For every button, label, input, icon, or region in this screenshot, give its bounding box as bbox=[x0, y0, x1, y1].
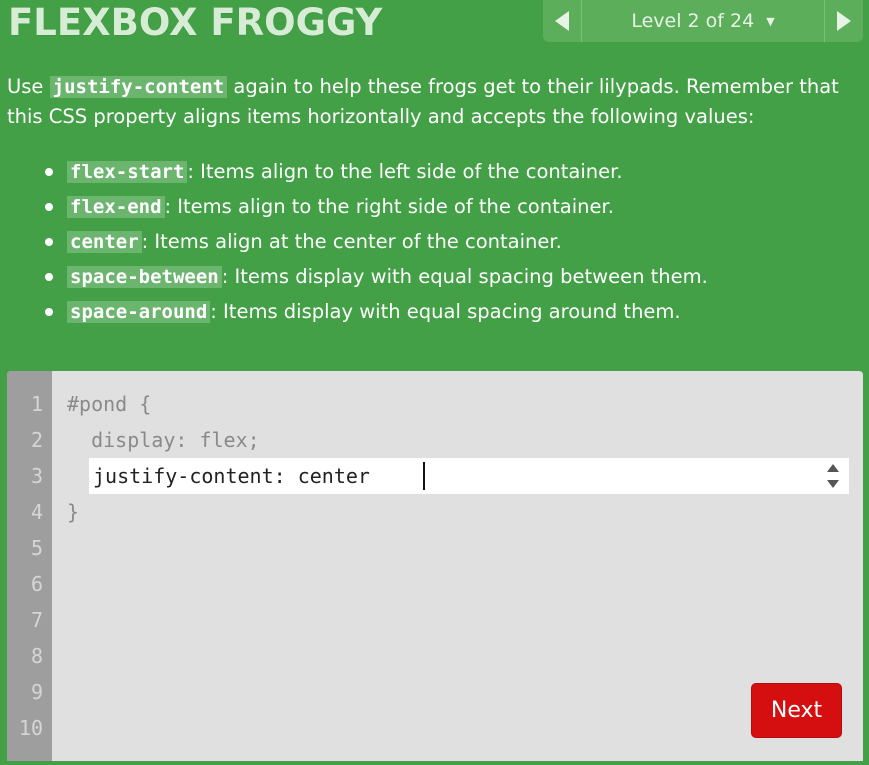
list-item: center: Items align at the center of the… bbox=[7, 227, 863, 262]
line-number: 10 bbox=[18, 716, 43, 740]
input-stepper[interactable] bbox=[824, 460, 844, 492]
bullet-icon bbox=[45, 168, 53, 176]
value-code: space-between bbox=[67, 266, 222, 288]
value-code: flex-start bbox=[67, 161, 188, 183]
intro-paragraph: Use justify-content again to help these … bbox=[7, 72, 863, 131]
line-number: 6 bbox=[30, 572, 43, 596]
list-item: space-between: Items display with equal … bbox=[7, 262, 863, 297]
line-number-gutter: 1 2 3 4 5 6 7 8 9 10 bbox=[7, 371, 52, 761]
values-list: flex-start: Items align to the left side… bbox=[7, 157, 863, 332]
code-line-closing-brace: } bbox=[67, 500, 80, 524]
level-indicator-dropdown[interactable]: Level 2 of 24 ▼ bbox=[582, 0, 824, 42]
list-item: space-around: Items display with equal s… bbox=[7, 297, 863, 332]
line-number: 4 bbox=[30, 500, 43, 524]
value-description: : Items display with equal spacing betwe… bbox=[221, 265, 708, 288]
value-description: : Items align to the left side of the co… bbox=[187, 160, 623, 183]
intro-code: justify-content bbox=[49, 76, 228, 98]
list-item: flex-end: Items align to the right side … bbox=[7, 192, 863, 227]
previous-level-button[interactable] bbox=[543, 0, 582, 42]
line-number: 9 bbox=[30, 680, 43, 704]
bullet-icon bbox=[45, 203, 53, 211]
text-cursor bbox=[423, 462, 425, 490]
level-label: Level 2 of 24 bbox=[631, 10, 755, 32]
caret-down-icon: ▼ bbox=[766, 14, 775, 28]
value-description: : Items display with equal spacing aroun… bbox=[210, 300, 681, 323]
level-navigation: Level 2 of 24 ▼ bbox=[543, 0, 863, 42]
css-editor: 1 2 3 4 5 6 7 8 9 10 #pond { display: fl… bbox=[7, 371, 863, 761]
value-code: flex-end bbox=[67, 196, 165, 218]
value-code: center bbox=[67, 231, 142, 253]
line-number: 3 bbox=[30, 464, 43, 488]
value-code: space-around bbox=[67, 301, 211, 323]
app-title: FLEXBOX FROGGY bbox=[8, 1, 383, 44]
bullet-icon bbox=[45, 308, 53, 316]
bullet-icon bbox=[45, 238, 53, 246]
instructions: Use justify-content again to help these … bbox=[7, 72, 863, 332]
line-number: 2 bbox=[30, 428, 43, 452]
line-number: 5 bbox=[30, 536, 43, 560]
value-description: : Items align at the center of the conta… bbox=[141, 230, 562, 253]
line-number: 8 bbox=[30, 644, 43, 668]
value-description: : Items align to the right side of the c… bbox=[164, 195, 614, 218]
list-item: flex-start: Items align to the left side… bbox=[7, 157, 863, 192]
line-number: 1 bbox=[30, 392, 43, 416]
css-answer-input[interactable] bbox=[89, 458, 849, 494]
line-number: 7 bbox=[30, 608, 43, 632]
triangle-left-icon bbox=[555, 11, 569, 31]
code-line-selector: #pond { bbox=[67, 392, 152, 416]
stepper-up-icon[interactable] bbox=[827, 464, 839, 472]
next-button[interactable]: Next bbox=[751, 683, 842, 738]
bullet-icon bbox=[45, 273, 53, 281]
stepper-down-icon[interactable] bbox=[827, 480, 839, 488]
intro-text: Use bbox=[7, 75, 50, 98]
code-line-display: display: flex; bbox=[67, 428, 260, 452]
next-level-button[interactable] bbox=[824, 0, 863, 42]
triangle-right-icon bbox=[837, 11, 851, 31]
